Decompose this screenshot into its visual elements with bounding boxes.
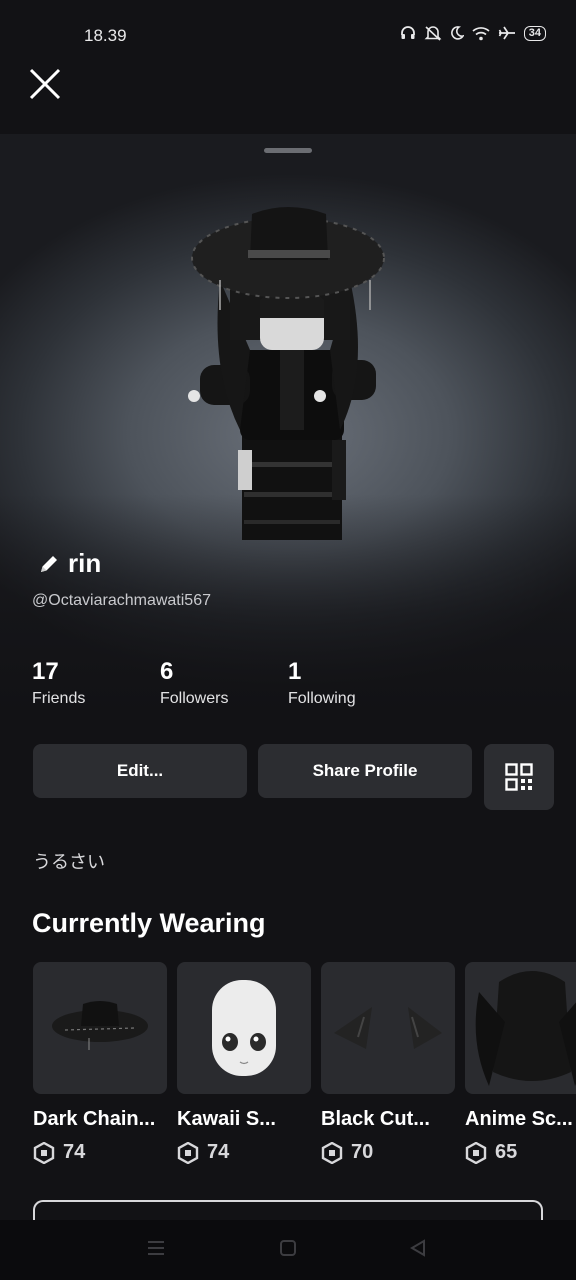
bottom-card-outline[interactable] (33, 1200, 543, 1220)
item-name: Anime Sc... (465, 1108, 573, 1130)
list-item[interactable]: Kawaii S... 74 (177, 962, 311, 1164)
currently-wearing-title: Currently Wearing (32, 908, 266, 938)
item-price: 74 (33, 1141, 167, 1164)
menu-icon[interactable] (146, 1238, 166, 1258)
mute-icon (424, 26, 442, 41)
wifi-icon (472, 26, 490, 40)
price-value: 70 (351, 1141, 374, 1163)
status-time: 18.39 (84, 26, 127, 45)
price-value: 74 (207, 1141, 230, 1163)
item-thumbnail[interactable] (33, 962, 167, 1094)
wearing-list: Dark Chain... 74 Kawaii S... 74 Black Cu… (33, 962, 576, 1164)
close-icon[interactable] (26, 65, 64, 103)
status-bar: 18.39 34 (0, 0, 576, 60)
item-price: 65 (465, 1141, 576, 1164)
stats-row: 17 Friends 6 Followers 1 Following (32, 658, 416, 708)
item-name: Kawaii S... (177, 1108, 276, 1130)
sheet-grabber[interactable] (264, 148, 312, 153)
username: @Octaviarachmawati567 (32, 592, 211, 609)
stat-value: 6 (160, 658, 174, 685)
back-icon[interactable] (408, 1238, 428, 1258)
top-bar (0, 60, 576, 134)
bio-text: うるさい (33, 852, 105, 872)
qr-code-button[interactable] (484, 744, 554, 810)
stat-friends[interactable]: 17 Friends (32, 658, 160, 708)
price-value: 74 (63, 1141, 86, 1163)
stat-value: 1 (288, 658, 302, 685)
item-thumbnail[interactable] (321, 962, 455, 1094)
profile-sheet: rin @Octaviarachmawati567 17 Friends 6 F… (0, 134, 576, 1220)
moon-icon (450, 26, 464, 40)
item-price: 70 (321, 1141, 455, 1164)
price-value: 65 (495, 1141, 518, 1163)
list-item[interactable]: Dark Chain... 74 (33, 962, 167, 1164)
battery-indicator: 34 (523, 25, 546, 41)
display-name: rin (68, 548, 102, 578)
robux-icon (465, 1141, 487, 1164)
home-icon[interactable] (278, 1238, 298, 1258)
robux-icon (177, 1141, 199, 1164)
item-price: 74 (177, 1141, 311, 1164)
airplane-icon (498, 26, 515, 40)
item-thumbnail[interactable] (465, 962, 576, 1094)
headphones-icon (400, 26, 415, 39)
pencil-icon[interactable] (38, 553, 60, 575)
stat-label: Friends (32, 690, 86, 707)
system-nav-bar (0, 1220, 576, 1280)
item-thumbnail[interactable] (177, 962, 311, 1094)
robux-icon (321, 1141, 343, 1164)
share-profile-button[interactable]: Share Profile (258, 744, 472, 798)
stat-label: Followers (160, 690, 229, 707)
stat-following[interactable]: 1 Following (288, 658, 416, 708)
qr-code-icon (505, 763, 533, 791)
stat-label: Following (288, 690, 356, 707)
status-icons: 34 (400, 25, 546, 41)
list-item[interactable]: Black Cut... 70 (321, 962, 455, 1164)
avatar-image[interactable] (180, 200, 400, 550)
list-item[interactable]: Anime Sc... 65 (465, 962, 576, 1164)
stat-value: 17 (32, 658, 59, 685)
item-name: Black Cut... (321, 1108, 430, 1130)
edit-button[interactable]: Edit... (33, 744, 247, 798)
item-name: Dark Chain... (33, 1108, 156, 1130)
stat-followers[interactable]: 6 Followers (160, 658, 288, 708)
robux-icon (33, 1141, 55, 1164)
display-name-row[interactable]: rin (38, 548, 101, 579)
